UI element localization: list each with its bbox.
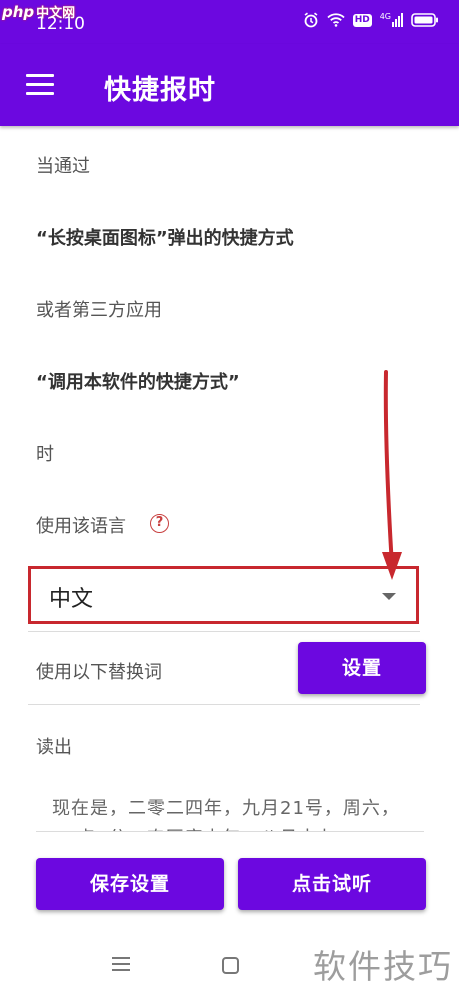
- readout-preview-text: 现在是，二零二四年，九月21号，周六，12点0分，农历庚申年，八月十九: [52, 798, 400, 831]
- hamburger-menu-icon[interactable]: [26, 74, 54, 96]
- signal-icon: 4G: [380, 13, 403, 27]
- watermark: 软件技巧: [313, 947, 453, 986]
- readout-preview-field[interactable]: 现在是，二零二四年，九月21号，周六，12点0分，农历庚申年，八月十九: [36, 780, 424, 832]
- annotation-arrow: [382, 370, 402, 580]
- status-icons: HD 4G: [303, 12, 439, 28]
- status-bar: php 中文网 12:10 HD 4G: [0, 0, 459, 44]
- set-replacement-button[interactable]: 设置: [298, 642, 426, 694]
- alarm-icon: [304, 12, 318, 28]
- hd-icon: HD: [352, 13, 372, 27]
- app-bar: 快捷报时: [0, 44, 459, 126]
- system-nav-bar: 软件技巧: [0, 940, 459, 991]
- divider: [28, 704, 420, 705]
- label-or-third-party: 或者第三方应用: [36, 300, 162, 321]
- label-read-out: 读出: [36, 737, 72, 758]
- page-title: 快捷报时: [104, 75, 216, 106]
- label-when-via: 当通过: [36, 156, 90, 177]
- label-at-time: 时: [36, 444, 54, 465]
- label-replacement-words: 使用以下替换词: [36, 662, 162, 683]
- language-dropdown[interactable]: 中文: [28, 566, 419, 624]
- nav-menu-icon[interactable]: [112, 957, 130, 971]
- label-long-press-shortcut: “长按桌面图标”弹出的快捷方式: [36, 228, 294, 249]
- language-selected-value: 中文: [49, 587, 94, 612]
- label-use-language: 使用该语言: [36, 516, 126, 537]
- wifi-icon: [327, 13, 345, 27]
- divider: [28, 631, 420, 632]
- status-time: 12:10: [36, 14, 85, 34]
- save-settings-button[interactable]: 保存设置: [36, 858, 224, 910]
- listen-test-button[interactable]: 点击试听: [238, 858, 426, 910]
- help-icon[interactable]: ?: [150, 514, 169, 533]
- battery-icon: [411, 13, 438, 27]
- dropdown-caret-icon: [382, 593, 396, 600]
- label-call-shortcut: “调用本软件的快捷方式”: [36, 372, 240, 393]
- nav-home-icon[interactable]: [222, 957, 239, 974]
